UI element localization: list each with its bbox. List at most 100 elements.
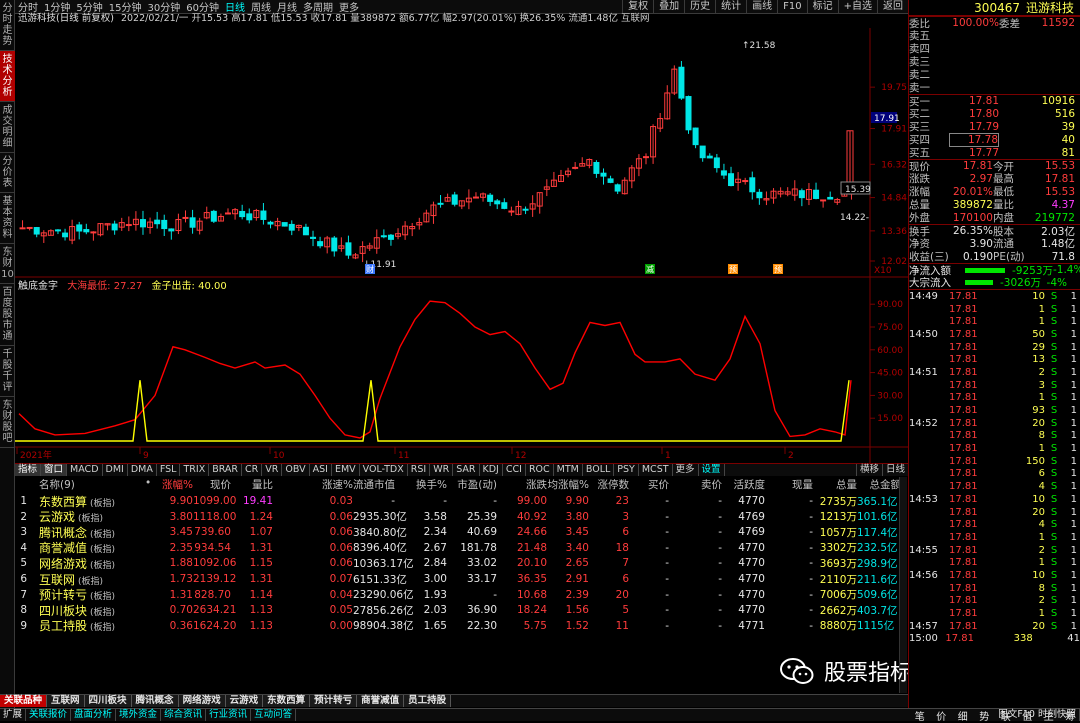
related-tab-7[interactable]: 预计转亏 [310,695,358,707]
table-row[interactable]: 8 四川板块 (板指) 0.70 2634.21 1.13 0.05 27856.26亿 2.0… [15,602,908,618]
toolbar-button-5[interactable]: F10 [777,0,806,14]
sidebar-item-3[interactable]: 分价表 [0,153,15,193]
column-header-8[interactable]: 换手% [395,477,447,491]
toolbar-button-2[interactable]: 历史 [684,0,715,14]
indicator-tab-18[interactable]: CCI [503,464,526,476]
indicator-tab-16[interactable]: SAR [453,464,480,476]
table-row[interactable]: 4 商誉减值 (板指) 2.35 934.54 1.31 0.06 8396.40亿 2.67 1… [15,540,908,556]
candle-body [54,229,61,232]
candle-body [19,227,26,230]
related-tab-3[interactable]: 腾讯概念 [131,695,179,707]
status-item-0[interactable]: 扩展 [0,709,27,721]
table-row[interactable]: 1 东数西算 (板指) 9.90 1099.00 19.41 0.03- - -99.00 9.9… [15,493,908,509]
related-tab-6[interactable]: 东数西算 [263,695,311,707]
column-header-6[interactable]: 涨速% [273,477,353,491]
indicator-tab-14[interactable]: RSI [408,464,431,476]
indicator-tab-13[interactable]: VOL-TDX [360,464,408,476]
sidebar-item-5[interactable]: 东财10 [0,244,15,284]
sidebar-item-7[interactable]: 千股千评 [0,346,15,397]
indicator-tab-5[interactable]: FSL [157,464,181,476]
toolbar-button-8[interactable]: 返回 [877,0,908,14]
indicator-tab-6[interactable]: TRIX [180,464,210,476]
related-tab-5[interactable]: 云游戏 [225,695,264,707]
indicator-tab-24[interactable]: 更多 [673,464,699,476]
sidebar-item-0[interactable]: 分时走势 [0,0,15,51]
indicator-tab-23[interactable]: MCST [639,464,673,476]
indicator-tab-10[interactable]: OBV [282,464,310,476]
table-row[interactable]: 5 网络游戏 (板指) 1.88 1092.06 1.15 0.06 10363.17亿 2.8… [15,555,908,571]
toolbar-button-6[interactable]: 标记 [806,0,838,14]
status-item-1[interactable]: 关联报价 [26,709,72,721]
related-tab-0[interactable]: 关联品种 [0,695,48,707]
indicator-tab-7[interactable]: BRAR [209,464,243,476]
status-item-3[interactable]: 境外资金 [116,709,162,721]
column-header-0[interactable] [15,477,29,491]
indicator-tab-0[interactable]: 指标 [15,464,42,476]
indicator-tab-11[interactable]: ASI [310,464,332,476]
cell-11: 3.40 [565,541,589,554]
indicator-tab-8[interactable]: CR [242,464,263,476]
related-tab-4[interactable]: 网络游戏 [178,695,226,707]
cell-5: 1.13 [249,604,273,617]
column-header-5[interactable]: 量比 [231,477,273,491]
table-row[interactable]: 7 预计转亏 (板指) 1.31 828.70 1.14 0.04 23290.06亿 1.93… [15,587,908,603]
status-item-5[interactable]: 行业资讯 [206,709,252,721]
column-header-10[interactable]: 涨跌 [497,477,547,491]
column-header-18[interactable]: 总金额 [857,477,902,491]
tick-cell-4: 1 [1070,354,1077,366]
toolbar-button-0[interactable]: 复权 [622,0,653,14]
indicator-tab-1[interactable]: 窗口 [41,464,68,476]
indicator-tab-21[interactable]: BOLL [583,464,615,476]
indicator-tab-22[interactable]: PSY [614,464,639,476]
status-item-4[interactable]: 综合资讯 [161,709,207,721]
column-header-17[interactable]: 总量 [813,477,857,491]
column-header-16[interactable]: 现量 [765,477,813,491]
sidebar-item-1[interactable]: 技术分析 [0,51,15,102]
related-tab-1[interactable]: 互联网 [47,695,85,707]
kline-chart[interactable]: 19.7517.9116.3214.8413.3612.02↑21.58↓11.… [15,14,908,464]
indicator-tab-17[interactable]: KDJ [480,464,503,476]
table-row[interactable]: 2 云游戏 (板指) 3.80 1118.00 1.24 0.06 2935.30亿 3.58 2… [15,509,908,525]
candle-body [756,191,763,199]
sidebar-item-8[interactable]: 东财股吧 [0,397,15,448]
related-tab-9[interactable]: 员工持股 [404,695,452,707]
status-item-2[interactable]: 盘面分析 [71,709,117,721]
indicator-tab-12[interactable]: EMV [332,464,360,476]
column-header-14[interactable]: 卖价 [669,477,722,491]
indicator-tab-19[interactable]: ROC [526,464,554,476]
column-header-3[interactable]: 涨幅% [147,477,193,491]
view-tab-1[interactable]: 日线 [881,464,908,476]
table-row[interactable]: 6 互联网 (板指) 1.73 2139.12 1.31 0.07 6151.33亿 3.00 3… [15,571,908,587]
toolbar-button-4[interactable]: 画线 [746,0,777,14]
related-tab-2[interactable]: 四川板块 [84,695,132,707]
sidebar-item-4[interactable]: 基本资料 [0,193,15,244]
column-header-12[interactable]: 涨停数 [589,477,630,491]
table-row[interactable]: 9 员工持股 (板指) 0.36 1624.20 1.13 0.00 98904.38亿 1.6… [15,618,908,634]
column-header-15[interactable]: 活跃度 [722,477,766,491]
column-header-7[interactable]: 流通市值 [353,477,395,491]
indicator-tab-9[interactable]: VR [262,464,283,476]
column-header-1[interactable]: 名称(9) [29,477,147,491]
toolbar-button-3[interactable]: 统计 [715,0,746,14]
indicator-tab-4[interactable]: DMA [128,464,157,476]
row-name: 员工持股 [39,619,88,634]
indicator-tab-25[interactable]: 设置 [699,464,725,476]
sidebar-item-6[interactable]: 百度股市通 [0,284,15,346]
indicator-tab-2[interactable]: MACD [67,464,103,476]
view-tab-0[interactable]: 横移 [855,464,882,476]
tick-cell-1: 17.81 [949,392,978,404]
status-item-6[interactable]: 互动问答 [251,709,297,721]
sidebar-item-2[interactable]: 成交明细 [0,102,15,153]
column-header-9[interactable]: 市盈(动) [447,477,497,491]
indicator-tab-20[interactable]: MTM [554,464,583,476]
indicator-tab-3[interactable]: DMI [103,464,128,476]
indicator-tab-15[interactable]: WR [430,464,454,476]
toolbar-button-1[interactable]: 叠加 [653,0,684,14]
cell-91: 云游戏 (板指) [29,508,147,525]
column-header-11[interactable]: 均涨幅% [547,477,589,491]
related-tab-8[interactable]: 商誉减值 [357,695,405,707]
toolbar-button-7[interactable]: +自选 [837,0,877,14]
table-row[interactable]: 3 腾讯概念 (板指) 3.45 739.60 1.07 0.06 3840.80亿 2.34 4… [15,524,908,540]
column-header-13[interactable]: 买价 [629,477,669,491]
column-header-4[interactable]: 现价 [193,477,231,491]
